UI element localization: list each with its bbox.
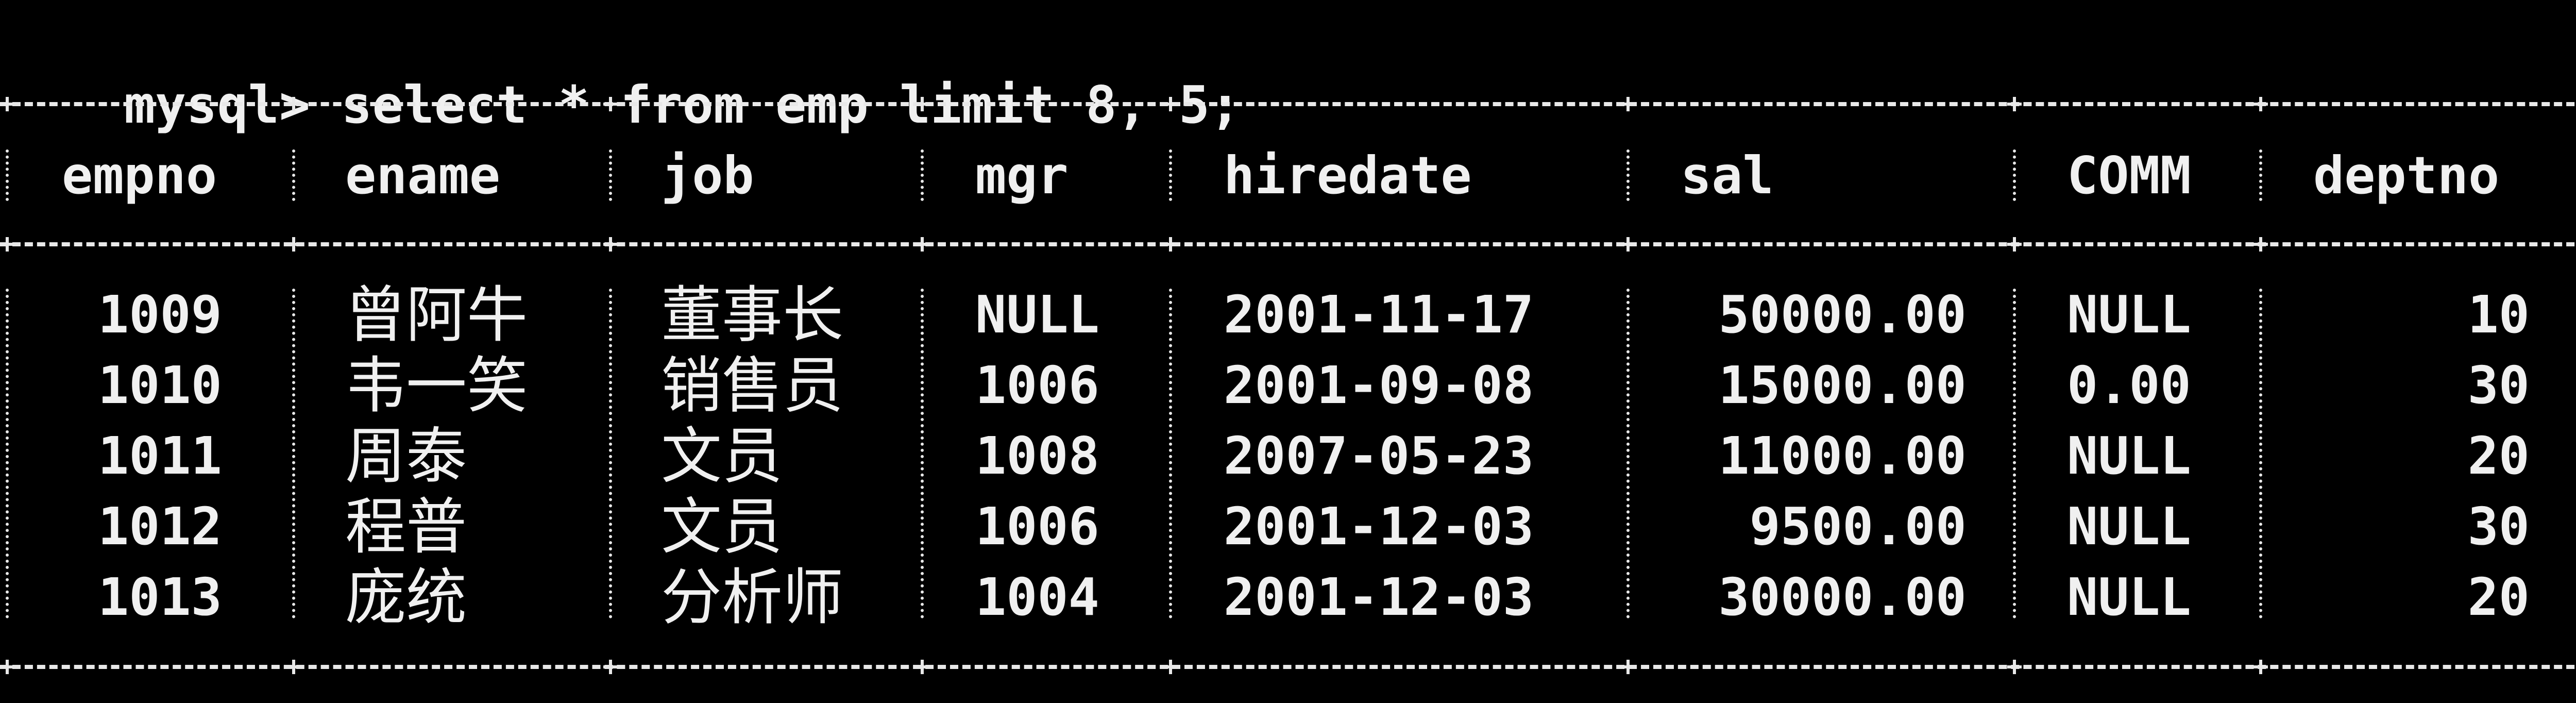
border-corner <box>1621 97 1635 111</box>
cell-mgr: 1004 <box>975 567 1099 627</box>
table-border-bottom <box>0 665 2576 669</box>
cell-hiredate: 2001-11-17 <box>1224 284 1534 345</box>
cell-ename: 庞统 <box>345 562 467 633</box>
border-corner <box>1163 237 1178 252</box>
border-corner <box>2253 97 2268 111</box>
column-separator <box>2259 149 2265 201</box>
cell-deptno: 20 <box>2467 426 2530 486</box>
border-corner <box>915 237 929 252</box>
command-line: mysql> select * from emp limit 8, 5; <box>0 0 1241 135</box>
border-corner <box>286 660 301 674</box>
border-corner <box>603 237 618 252</box>
cell-mgr: 1008 <box>975 426 1099 486</box>
border-corner <box>915 660 929 674</box>
border-corner <box>0 237 14 252</box>
cell-sal: 11000.00 <box>1718 426 1967 486</box>
cell-hiredate: 2001-09-08 <box>1224 355 1534 415</box>
cell-comm: NULL <box>2067 426 2191 486</box>
cell-comm: NULL <box>2067 567 2191 627</box>
border-corner <box>2253 660 2268 674</box>
column-separator <box>921 289 927 618</box>
cell-ename: 曾阿牛 <box>345 279 528 350</box>
terminal-window[interactable]: mysql> select * from emp limit 8, 5; emp… <box>0 0 2576 703</box>
border-corner <box>1621 660 1635 674</box>
column-separator <box>2013 149 2019 201</box>
column-header-mgr: mgr <box>975 145 1069 206</box>
cell-ename: 韦一笑 <box>345 350 528 421</box>
cell-hiredate: 2001-12-03 <box>1224 496 1534 557</box>
column-header-job: job <box>661 145 754 206</box>
cell-job: 销售员 <box>661 350 844 421</box>
border-corner <box>603 97 618 111</box>
column-separator <box>1626 149 1633 201</box>
column-separator <box>2013 289 2019 618</box>
column-header-ename: ename <box>345 145 501 206</box>
column-separator <box>609 289 615 618</box>
column-header-empno: empno <box>62 145 217 206</box>
cell-empno: 1012 <box>98 496 222 557</box>
column-separator <box>1169 289 1175 618</box>
column-header-comm: COMM <box>2067 145 2191 206</box>
column-separator <box>1169 149 1175 201</box>
column-header-hiredate: hiredate <box>1224 145 1472 206</box>
cell-empno: 1011 <box>98 426 222 486</box>
column-header-sal: sal <box>1681 145 1774 206</box>
border-corner <box>603 660 618 674</box>
cell-sal: 30000.00 <box>1718 567 1967 627</box>
border-corner <box>1163 660 1178 674</box>
cell-deptno: 20 <box>2467 567 2530 627</box>
cell-job: 分析师 <box>661 562 844 633</box>
column-separator <box>6 149 12 201</box>
cell-mgr: 1006 <box>975 496 1099 557</box>
border-corner <box>286 97 301 111</box>
border-corner <box>2007 97 2022 111</box>
column-header-deptno: deptno <box>2313 145 2500 206</box>
column-separator <box>2259 289 2265 618</box>
cell-sal: 9500.00 <box>1749 496 1967 557</box>
table-border-top <box>0 102 2576 106</box>
table-border-header <box>0 242 2576 246</box>
cell-comm: NULL <box>2067 496 2191 557</box>
cell-job: 文员 <box>661 421 783 492</box>
column-separator <box>6 289 12 618</box>
border-corner <box>2007 237 2022 252</box>
cell-mgr: NULL <box>975 284 1099 345</box>
cell-deptno: 10 <box>2467 284 2530 345</box>
border-corner <box>1163 97 1178 111</box>
cell-ename: 周泰 <box>345 421 467 492</box>
cell-comm: 0.00 <box>2067 355 2191 415</box>
column-separator <box>1626 289 1633 618</box>
cell-empno: 1010 <box>98 355 222 415</box>
column-separator <box>292 149 298 201</box>
cell-deptno: 30 <box>2467 355 2530 415</box>
border-corner <box>286 237 301 252</box>
cell-ename: 程普 <box>345 491 467 562</box>
border-corner <box>2007 660 2022 674</box>
cell-sal: 15000.00 <box>1718 355 1967 415</box>
border-corner <box>0 97 14 111</box>
column-separator <box>609 149 615 201</box>
border-corner <box>915 97 929 111</box>
column-separator <box>292 289 298 618</box>
cell-job: 文员 <box>661 491 783 562</box>
cell-sal: 50000.00 <box>1718 284 1967 345</box>
cell-mgr: 1006 <box>975 355 1099 415</box>
border-corner <box>2253 237 2268 252</box>
cell-empno: 1009 <box>98 284 222 345</box>
cell-empno: 1013 <box>98 567 222 627</box>
column-separator <box>921 149 927 201</box>
cell-comm: NULL <box>2067 284 2191 345</box>
cell-hiredate: 2007-05-23 <box>1224 426 1534 486</box>
cell-hiredate: 2001-12-03 <box>1224 567 1534 627</box>
cell-deptno: 30 <box>2467 496 2530 557</box>
cell-job: 董事长 <box>661 279 844 350</box>
border-corner <box>0 660 14 674</box>
border-corner <box>1621 237 1635 252</box>
